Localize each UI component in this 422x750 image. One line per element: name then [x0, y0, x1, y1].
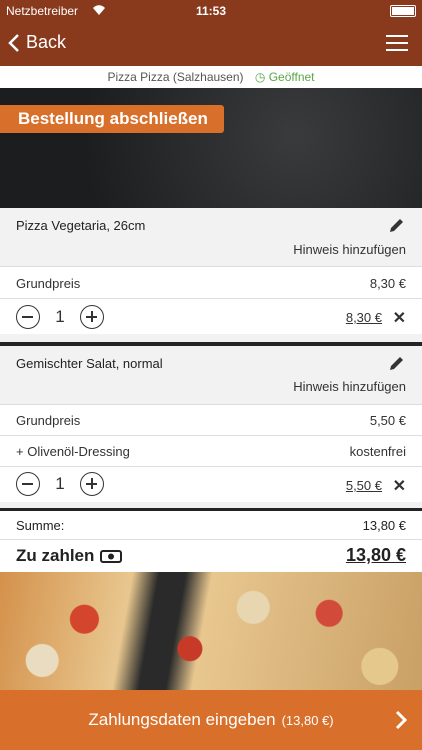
base-price-row: Grundpreis 5,50 € — [0, 404, 422, 435]
base-price-value: 8,30 € — [369, 276, 406, 291]
cash-icon — [100, 550, 123, 563]
back-button[interactable]: Back — [8, 32, 66, 53]
pay-label-group: Zu zahlen — [16, 546, 123, 566]
extra-price: kostenfrei — [349, 444, 406, 459]
hamburger-icon — [386, 35, 408, 51]
add-note-link[interactable]: Hinweis hinzufügen — [293, 379, 406, 394]
back-label: Back — [26, 32, 67, 52]
edit-icon[interactable] — [388, 216, 406, 237]
payment-button-amount: (13,80 €) — [281, 713, 334, 728]
order-item: Gemischter Salat, normal Hinweis hinzufü… — [0, 346, 422, 508]
plus-button[interactable] — [80, 472, 104, 496]
item-name: Gemischter Salat, normal — [16, 356, 163, 371]
menu-button[interactable] — [386, 34, 408, 57]
sum-row: Summe: 13,80 € — [0, 511, 422, 540]
extra-label: + Olivenöl-Dressing — [16, 444, 130, 459]
remove-item-icon[interactable]: ✕ — [393, 476, 406, 496]
minus-button[interactable] — [16, 305, 40, 329]
base-price-value: 5,50 € — [369, 413, 406, 428]
status-bar: Netzbetreiber 11:53 — [0, 0, 422, 22]
hero-banner: Bestellung abschließen — [0, 88, 422, 208]
base-price-label: Grundpreis — [16, 413, 81, 428]
clock: 11:53 — [195, 4, 227, 18]
quantity-stepper: 1 — [16, 305, 104, 329]
pay-label: Zu zahlen — [16, 546, 95, 565]
base-price-row: Grundpreis 8,30 € — [0, 266, 422, 298]
item-total: 5,50 € — [345, 478, 382, 493]
quantity-stepper: 1 — [16, 472, 104, 496]
payment-button-label: Zahlungsdaten eingeben — [88, 710, 276, 729]
quantity-row: 1 5,50 € ✕ — [0, 466, 422, 502]
minus-button[interactable] — [16, 472, 40, 496]
base-price-label: Grundpreis — [16, 276, 81, 291]
battery-icon — [390, 5, 416, 17]
checkout-heading: Bestellung abschließen — [0, 105, 224, 133]
open-status-label: Geöffnet — [268, 70, 315, 84]
restaurant-name: Pizza Pizza (Salzhausen) — [107, 70, 244, 84]
item-header: Pizza Vegetaria, 26cm Hinweis hinzufügen — [0, 208, 422, 266]
pizza-image — [0, 572, 422, 690]
restaurant-bar: Pizza Pizza (Salzhausen) ◷ Geöffnet — [0, 66, 422, 88]
pay-row: Zu zahlen 13,80 € — [0, 540, 422, 572]
open-status: ◷ Geöffnet — [255, 70, 315, 84]
item-header: Gemischter Salat, normal Hinweis hinzufü… — [0, 346, 422, 404]
quantity-value: 1 — [55, 474, 65, 493]
sum-value: 13,80 € — [362, 518, 406, 533]
edit-icon[interactable] — [388, 354, 406, 375]
remove-item-icon[interactable]: ✕ — [393, 308, 406, 328]
item-total: 8,30 € — [345, 310, 382, 325]
chevron-left-icon — [8, 33, 19, 52]
clock-icon: ◷ — [254, 70, 266, 84]
sum-label: Summe: — [16, 518, 65, 533]
quantity-row: 1 8,30 € ✕ — [0, 298, 422, 334]
payment-button[interactable]: Zahlungsdaten eingeben (13,80 €) — [0, 690, 422, 750]
plus-button[interactable] — [80, 305, 104, 329]
quantity-value: 1 — [55, 307, 65, 326]
nav-bar: Back — [0, 22, 422, 66]
chevron-right-icon — [395, 710, 408, 730]
extra-row: + Olivenöl-Dressing kostenfrei — [0, 435, 422, 466]
item-name: Pizza Vegetaria, 26cm — [16, 218, 146, 233]
add-note-link[interactable]: Hinweis hinzufügen — [293, 242, 406, 257]
order-item: Pizza Vegetaria, 26cm Hinweis hinzufügen… — [0, 208, 422, 342]
pay-total: 13,80 € — [345, 545, 406, 565]
